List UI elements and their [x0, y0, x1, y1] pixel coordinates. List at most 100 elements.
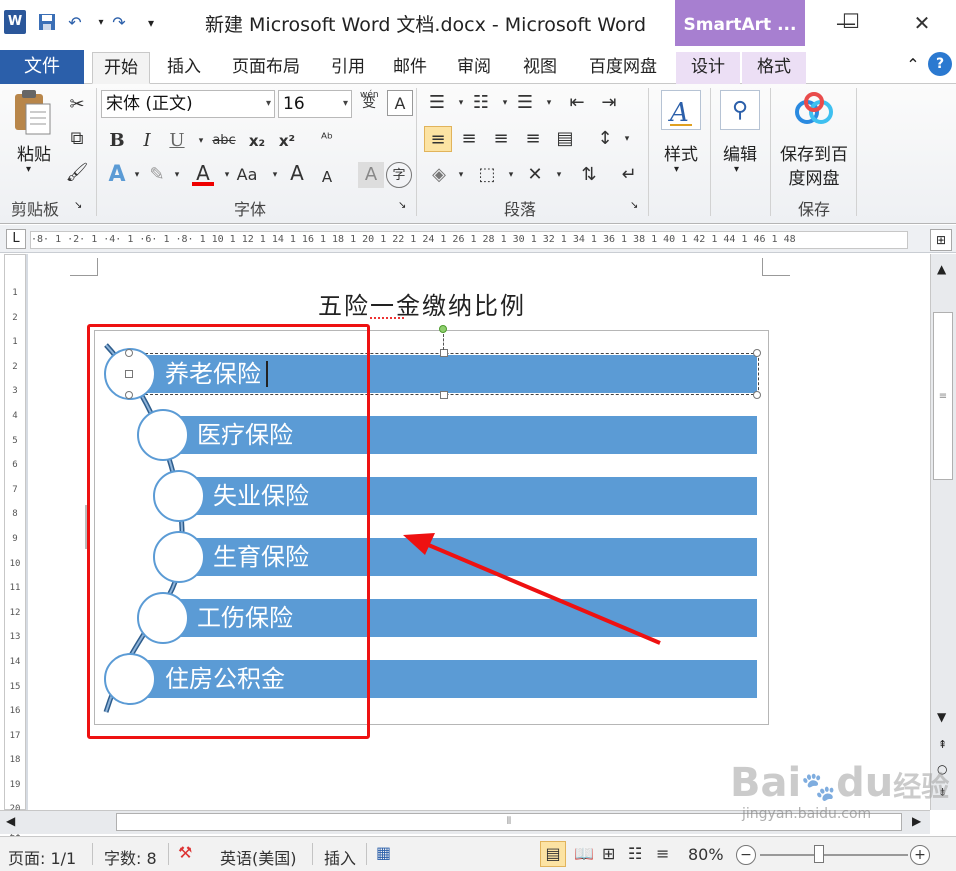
scroll-thumb[interactable]: ≡: [933, 312, 953, 480]
styles-button[interactable]: 样式: [660, 140, 702, 165]
previous-page-icon[interactable]: ⇞: [938, 738, 947, 751]
reading-layout-icon[interactable]: 📖: [574, 844, 594, 863]
character-shading-icon[interactable]: A: [358, 162, 384, 188]
print-layout-icon[interactable]: ▤: [540, 841, 566, 867]
align-right-icon[interactable]: ≡: [488, 126, 514, 152]
proofing-icon[interactable]: ⚒: [178, 843, 192, 862]
collapse-ribbon-icon[interactable]: ⌃: [902, 54, 924, 76]
resize-handle[interactable]: [440, 349, 448, 357]
line-spacing-dropdown-icon[interactable]: ▾: [614, 126, 640, 152]
phonetic-guide-icon[interactable]: wén 变: [356, 90, 382, 116]
tab-home[interactable]: 开始: [92, 52, 150, 84]
styles-icon[interactable]: A: [661, 90, 701, 130]
shrink-font-icon[interactable]: A: [314, 164, 340, 190]
bold-icon[interactable]: B: [104, 128, 130, 154]
resize-handle[interactable]: [753, 349, 761, 357]
horizontal-ruler[interactable]: ·8· 1 ·2· 1 ·4· 1 ·6· 1 ·8· 1 10 1 12 1 …: [30, 231, 908, 249]
styles-dropdown-icon[interactable]: ▾: [674, 164, 679, 175]
draft-view-icon[interactable]: ≡: [656, 844, 669, 863]
zoom-slider-track[interactable]: [760, 854, 908, 856]
close-button[interactable]: ✕: [902, 6, 942, 40]
font-size-combo[interactable]: 16 ▾: [278, 90, 352, 118]
save-to-baidu-line2[interactable]: 度网盘: [774, 164, 854, 189]
resize-handle[interactable]: [440, 391, 448, 399]
scroll-down-icon[interactable]: ▼: [937, 710, 946, 724]
enclose-characters-icon[interactable]: 字: [386, 162, 412, 188]
maximize-button[interactable]: ☐: [831, 4, 871, 38]
paste-dropdown-icon[interactable]: ▾: [26, 164, 31, 175]
tab-view[interactable]: 视图: [512, 52, 568, 84]
copy-icon[interactable]: ⧉: [64, 126, 90, 152]
help-icon[interactable]: ?: [928, 52, 952, 76]
scroll-right-icon[interactable]: ▶: [912, 814, 921, 828]
editing-dropdown-icon[interactable]: ▾: [734, 164, 739, 175]
tab-review[interactable]: 审阅: [448, 52, 500, 84]
macro-record-icon[interactable]: ▦: [376, 843, 391, 862]
tab-file[interactable]: 文件: [0, 50, 84, 84]
save-to-baidu-line1[interactable]: 保存到百: [774, 140, 854, 165]
resize-handle[interactable]: [753, 391, 761, 399]
italic-icon[interactable]: I: [134, 128, 160, 154]
clipboard-launcher-icon[interactable]: ↘: [74, 200, 82, 211]
font-color-icon[interactable]: A: [190, 160, 216, 186]
scroll-up-icon[interactable]: ▲: [937, 262, 946, 276]
format-painter-icon[interactable]: 🖌: [64, 160, 90, 186]
binoculars-icon[interactable]: ⚲: [720, 90, 760, 130]
cut-icon[interactable]: ✂: [64, 92, 90, 118]
document-title[interactable]: 五险一金缴纳比例: [318, 286, 526, 321]
chinese-layout-dropdown-icon[interactable]: ▾: [546, 162, 572, 188]
zoom-out-button[interactable]: −: [736, 845, 756, 865]
distributed-icon[interactable]: ▤: [552, 126, 578, 152]
borders-icon[interactable]: ⬚: [474, 162, 500, 188]
tab-stop-selector[interactable]: L: [6, 229, 26, 249]
customize-icon[interactable]: ▾: [140, 12, 162, 34]
show-marks-icon[interactable]: ↵: [616, 162, 642, 188]
word-app-icon[interactable]: W: [4, 10, 26, 34]
rotate-handle[interactable]: [439, 325, 447, 333]
grow-font-icon[interactable]: A: [284, 160, 310, 186]
shading-dropdown-icon[interactable]: ▾: [448, 162, 474, 188]
vertical-ruler[interactable]: 12123456789101112131415161718192021: [4, 254, 26, 839]
zoom-in-button[interactable]: +: [910, 845, 930, 865]
subscript-icon[interactable]: x₂: [244, 128, 270, 154]
tab-mailings[interactable]: 邮件: [384, 52, 436, 84]
web-layout-icon[interactable]: ⊞: [602, 844, 615, 863]
page-count[interactable]: 页面: 1/1: [8, 845, 76, 869]
decrease-indent-icon[interactable]: ⇤: [564, 90, 590, 116]
bullets-icon[interactable]: ☰: [424, 90, 450, 116]
tab-insert[interactable]: 插入: [158, 52, 210, 84]
highlight-dropdown-icon[interactable]: ▾: [164, 162, 190, 188]
character-border-icon[interactable]: A: [387, 90, 413, 116]
align-left-icon[interactable]: ≡: [424, 126, 452, 152]
superscript-icon[interactable]: x²: [274, 128, 300, 154]
underline-icon[interactable]: U: [164, 128, 190, 154]
multilevel-list-icon[interactable]: ☰: [512, 90, 538, 116]
tab-format[interactable]: 格式: [742, 52, 806, 84]
borders-dropdown-icon[interactable]: ▾: [498, 162, 524, 188]
baidu-netdisk-icon[interactable]: [792, 92, 836, 128]
zoom-level[interactable]: 80%: [688, 845, 724, 864]
vertical-scrollbar[interactable]: ▲ ≡ ▼ ⇞ ○ ⇟: [930, 254, 956, 810]
view-ruler-icon[interactable]: ⊞: [930, 229, 952, 251]
tab-design[interactable]: 设计: [676, 52, 740, 84]
paste-icon[interactable]: [12, 88, 54, 138]
outline-view-icon[interactable]: ☷: [628, 844, 642, 863]
scroll-left-icon[interactable]: ◀: [6, 814, 15, 828]
paste-button[interactable]: 粘贴: [12, 140, 56, 165]
increase-indent-icon[interactable]: ⇥: [596, 90, 622, 116]
multilevel-dropdown-icon[interactable]: ▾: [536, 90, 562, 116]
paragraph-launcher-icon[interactable]: ↘: [630, 200, 638, 211]
word-count[interactable]: 字数: 8: [104, 845, 157, 869]
undo-icon[interactable]: ↶: [64, 12, 86, 34]
tab-page-layout[interactable]: 页面布局: [222, 52, 310, 84]
save-icon[interactable]: [36, 12, 58, 34]
editing-button[interactable]: 编辑: [718, 140, 762, 165]
redo-icon[interactable]: ↷: [108, 12, 130, 34]
font-launcher-icon[interactable]: ↘: [398, 200, 406, 211]
zoom-slider-thumb[interactable]: [814, 845, 824, 863]
justify-icon[interactable]: ≡: [520, 126, 546, 152]
chinese-layout-icon[interactable]: ✕: [522, 162, 548, 188]
strikethrough-icon[interactable]: abc: [206, 128, 242, 154]
tab-baidu-netdisk[interactable]: 百度网盘: [578, 52, 668, 84]
tab-references[interactable]: 引用: [322, 52, 374, 84]
